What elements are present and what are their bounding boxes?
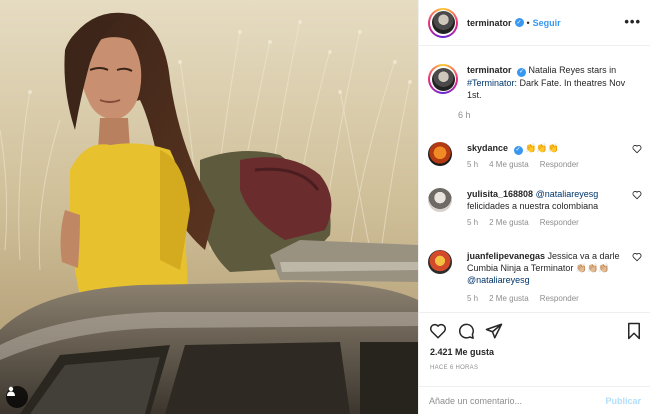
comment-heart-icon[interactable] <box>632 252 642 262</box>
publish-button[interactable]: Publicar <box>605 396 641 406</box>
comment-likes[interactable]: 2 Me gusta <box>489 218 529 227</box>
post-side-panel: terminator ✓ • Seguir ••• terminator ✓ N… <box>418 0 650 414</box>
comment-reply-button[interactable]: Responder <box>540 160 579 169</box>
comment-avatar[interactable] <box>428 250 452 274</box>
comment-mention[interactable]: @nataliareyesg <box>467 275 530 285</box>
comment-input[interactable] <box>429 395 606 406</box>
comment-time: 5 h <box>467 294 479 303</box>
caption-time: 6 h <box>458 110 471 120</box>
post-photo[interactable] <box>0 0 418 414</box>
comment-composer: Publicar <box>419 386 650 414</box>
verified-icon: ✓ <box>517 67 527 77</box>
comment-heart-icon[interactable] <box>632 144 642 154</box>
heart-icon[interactable] <box>429 322 447 340</box>
caption-text: terminator ✓ Natalia Reyes stars in #Ter… <box>467 64 641 101</box>
comment-text: skydance ✓ 👏👏👏 <box>467 142 627 155</box>
verified-icon: ✓ <box>514 18 524 27</box>
comment-reply-button[interactable]: Responder <box>540 218 579 227</box>
comment-text: juanfelipevanegas Jessica va a darle Cum… <box>467 250 627 286</box>
comment-message: felicidades a nuestra colombiana <box>467 201 599 211</box>
comment-time: 5 h <box>467 160 479 169</box>
comment-time: 5 h <box>467 218 479 227</box>
caption-username[interactable]: terminator <box>467 65 512 75</box>
more-icon[interactable]: ••• <box>624 14 641 29</box>
follow-button[interactable]: Seguir <box>533 18 561 28</box>
tagged-user-icon[interactable] <box>6 386 28 408</box>
comment-username[interactable]: juanfelipevanegas <box>467 251 545 261</box>
comment-text: yulisita_168808 @nataliareyesg felicidad… <box>467 188 627 212</box>
comment-meta: 5 h 4 Me gusta Responder <box>467 160 579 169</box>
comments-list[interactable]: terminator ✓ Natalia Reyes stars in #Ter… <box>419 46 650 312</box>
post-caption: terminator ✓ Natalia Reyes stars in #Ter… <box>428 64 643 101</box>
comment-avatar[interactable] <box>428 188 452 212</box>
comment-meta: 5 h 2 Me gusta Responder <box>467 294 579 303</box>
comment-username[interactable]: yulisita_168808 <box>467 189 533 199</box>
likes-count[interactable]: 2.421 Me gusta <box>430 347 494 357</box>
caption-hashtag[interactable]: #Terminator <box>467 78 515 88</box>
account-username[interactable]: terminator <box>467 18 512 28</box>
caption-text-before: Natalia Reyes stars in <box>528 65 617 75</box>
share-icon[interactable] <box>485 322 503 340</box>
separator-dot: • <box>526 17 530 28</box>
post-header: terminator ✓ • Seguir ••• <box>419 0 650 46</box>
user-icon <box>7 386 15 396</box>
caption-avatar[interactable] <box>428 64 458 94</box>
comment-reply-button[interactable]: Responder <box>540 294 579 303</box>
comment-meta: 5 h 2 Me gusta Responder <box>467 218 579 227</box>
comment-mention[interactable]: @nataliareyesg <box>536 189 599 199</box>
verified-icon: ✓ <box>513 145 523 155</box>
comment-likes[interactable]: 4 Me gusta <box>489 160 529 169</box>
post-image <box>0 0 418 414</box>
account-avatar[interactable] <box>428 7 458 38</box>
comment-likes[interactable]: 2 Me gusta <box>489 294 529 303</box>
comment-username[interactable]: skydance <box>467 143 508 153</box>
post-actions: 2.421 Me gusta HACE 6 HORAS <box>419 312 650 390</box>
bookmark-icon[interactable] <box>626 322 642 340</box>
comment-icon[interactable] <box>457 322 475 340</box>
comment-message: 👏👏👏 <box>525 143 559 153</box>
post-timestamp[interactable]: HACE 6 HORAS <box>430 365 478 371</box>
comment-heart-icon[interactable] <box>632 190 642 200</box>
comment-avatar[interactable] <box>428 142 452 166</box>
